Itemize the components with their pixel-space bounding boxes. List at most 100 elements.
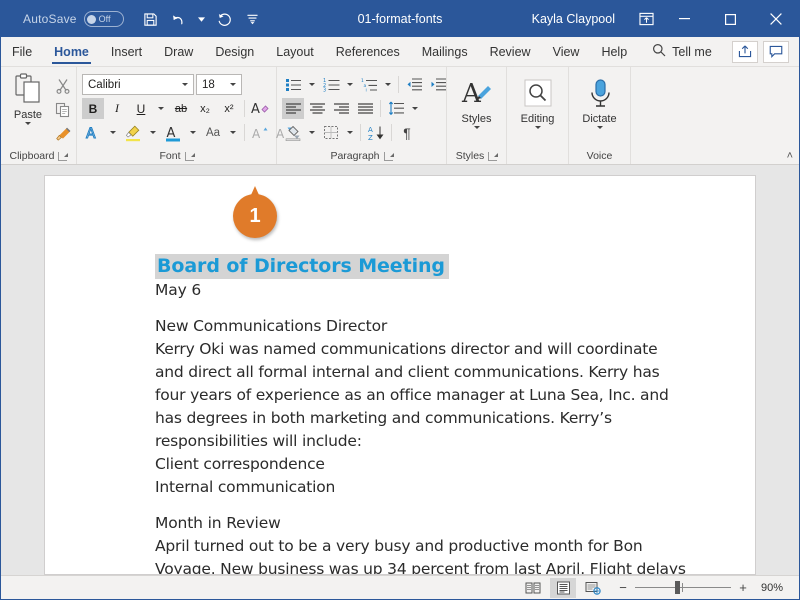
document-page[interactable]: Board of Directors Meeting May 6 New Com…	[44, 175, 756, 575]
section-2-line-1: April turned out to be a very busy and p…	[155, 537, 643, 555]
font-color-dropdown-icon[interactable]	[186, 122, 200, 143]
zoom-level-label[interactable]: 90%	[761, 582, 791, 594]
underline-button[interactable]: U	[130, 98, 152, 119]
grow-font-button[interactable]: A	[249, 122, 271, 143]
show-formatting-marks-button[interactable]: ¶	[396, 122, 418, 143]
cut-button[interactable]	[52, 75, 74, 96]
tab-file[interactable]: File	[1, 37, 43, 66]
tell-me-search[interactable]: Tell me	[638, 37, 722, 66]
font-size-dropdown-icon[interactable]	[226, 83, 239, 86]
tab-design[interactable]: Design	[204, 37, 265, 66]
zoom-slider-thumb[interactable]	[675, 581, 680, 594]
borders-button[interactable]	[320, 122, 342, 143]
tab-layout[interactable]: Layout	[265, 37, 325, 66]
bullets-button[interactable]	[282, 74, 304, 95]
font-name-combo[interactable]: Calibri	[82, 74, 194, 95]
tab-review[interactable]: Review	[479, 37, 542, 66]
change-case-dropdown-icon[interactable]	[226, 122, 240, 143]
close-button[interactable]	[753, 1, 799, 37]
numbering-dropdown-icon[interactable]	[344, 74, 356, 95]
highlight-dropdown-icon[interactable]	[146, 122, 160, 143]
shading-button[interactable]	[282, 122, 304, 143]
copy-button[interactable]	[52, 99, 74, 120]
align-left-button[interactable]	[282, 98, 304, 119]
clear-all-formatting-button[interactable]: A	[249, 98, 272, 119]
strikethrough-button[interactable]: ab	[170, 98, 192, 119]
redo-icon[interactable]	[212, 6, 238, 32]
autosave-toggle[interactable]: Off	[83, 11, 124, 27]
autosave-control[interactable]: AutoSave Off	[23, 11, 124, 27]
editing-group-label	[512, 148, 563, 164]
sort-button[interactable]: AZ	[365, 122, 387, 143]
styles-dialog-launcher-icon[interactable]	[488, 151, 499, 161]
print-layout-view-button[interactable]	[550, 577, 576, 598]
text-effects-button[interactable]: A	[82, 122, 104, 143]
user-account-name[interactable]: Kayla Claypool	[532, 12, 615, 26]
paste-button[interactable]: Paste	[6, 73, 50, 144]
italic-button[interactable]: I	[106, 98, 128, 119]
tab-help[interactable]: Help	[590, 37, 638, 66]
multilevel-dropdown-icon[interactable]	[382, 74, 394, 95]
increase-indent-button[interactable]	[427, 74, 449, 95]
microphone-icon	[587, 75, 613, 113]
align-right-button[interactable]	[330, 98, 352, 119]
line-spacing-dropdown-icon[interactable]	[409, 98, 421, 119]
document-content[interactable]: Board of Directors Meeting May 6 New Com…	[45, 254, 755, 574]
numbering-button[interactable]: 123	[320, 74, 342, 95]
justify-button[interactable]	[354, 98, 376, 119]
superscript-button[interactable]: x²	[218, 98, 240, 119]
paste-dropdown-icon[interactable]	[25, 122, 31, 125]
text-effects-dropdown-icon[interactable]	[106, 122, 120, 143]
zoom-slider[interactable]	[635, 581, 731, 594]
clipboard-dialog-launcher-icon[interactable]	[58, 151, 69, 161]
zoom-out-button[interactable]: −	[618, 580, 628, 595]
bullets-dropdown-icon[interactable]	[306, 74, 318, 95]
font-size-combo[interactable]: 18	[196, 74, 242, 95]
editing-dropdown-icon[interactable]	[534, 126, 541, 129]
tab-insert[interactable]: Insert	[100, 37, 153, 66]
borders-dropdown-icon[interactable]	[344, 122, 356, 143]
tab-view[interactable]: View	[542, 37, 591, 66]
share-icon[interactable]	[732, 40, 758, 63]
subscript-button[interactable]: x₂	[194, 98, 216, 119]
tab-draw[interactable]: Draw	[153, 37, 204, 66]
ribbon-group-paragraph: 123 1ai A Z ¶ Paragraph	[277, 67, 447, 164]
document-area[interactable]: Board of Directors Meeting May 6 New Com…	[1, 165, 799, 575]
web-layout-view-button[interactable]	[580, 578, 606, 598]
ribbon-display-options-icon[interactable]	[631, 1, 661, 37]
decrease-indent-button[interactable]	[403, 74, 425, 95]
read-mode-view-button[interactable]	[520, 578, 546, 598]
tab-home[interactable]: Home	[43, 37, 100, 66]
minimize-button[interactable]	[661, 1, 707, 37]
ribbon-group-clipboard: Paste Clipboard	[1, 67, 77, 164]
shading-dropdown-icon[interactable]	[306, 122, 318, 143]
customize-quick-access-icon[interactable]	[240, 6, 266, 32]
paragraph-dialog-launcher-icon[interactable]	[383, 151, 394, 161]
zoom-in-button[interactable]: +	[738, 580, 748, 595]
tab-mailings[interactable]: Mailings	[411, 37, 479, 66]
line-spacing-button[interactable]	[385, 98, 407, 119]
styles-button[interactable]: A Styles	[452, 71, 501, 129]
undo-icon[interactable]	[166, 6, 192, 32]
underline-dropdown-icon[interactable]	[154, 98, 168, 119]
comments-icon[interactable]	[763, 40, 789, 63]
font-color-button[interactable]: A	[162, 122, 184, 143]
bold-button[interactable]: B	[82, 98, 104, 119]
save-icon[interactable]	[138, 6, 164, 32]
dictate-dropdown-icon[interactable]	[596, 126, 603, 129]
format-painter-button[interactable]	[52, 123, 74, 144]
font-dialog-launcher-icon[interactable]	[184, 151, 195, 161]
editing-button[interactable]: Editing	[512, 71, 563, 129]
maximize-button[interactable]	[707, 1, 753, 37]
multilevel-list-button[interactable]: 1ai	[358, 74, 380, 95]
change-case-button[interactable]: Aa	[202, 122, 224, 143]
align-center-button[interactable]	[306, 98, 328, 119]
text-highlight-color-button[interactable]	[122, 122, 144, 143]
section-1-line-5: responsibilities will include:	[155, 432, 362, 450]
dictate-button[interactable]: Dictate	[574, 71, 625, 129]
collapse-ribbon-button[interactable]: ˄	[787, 150, 793, 162]
tab-references[interactable]: References	[325, 37, 411, 66]
font-name-dropdown-icon[interactable]	[178, 83, 191, 86]
undo-dropdown-icon[interactable]	[194, 6, 210, 32]
styles-dropdown-icon[interactable]	[473, 126, 480, 129]
